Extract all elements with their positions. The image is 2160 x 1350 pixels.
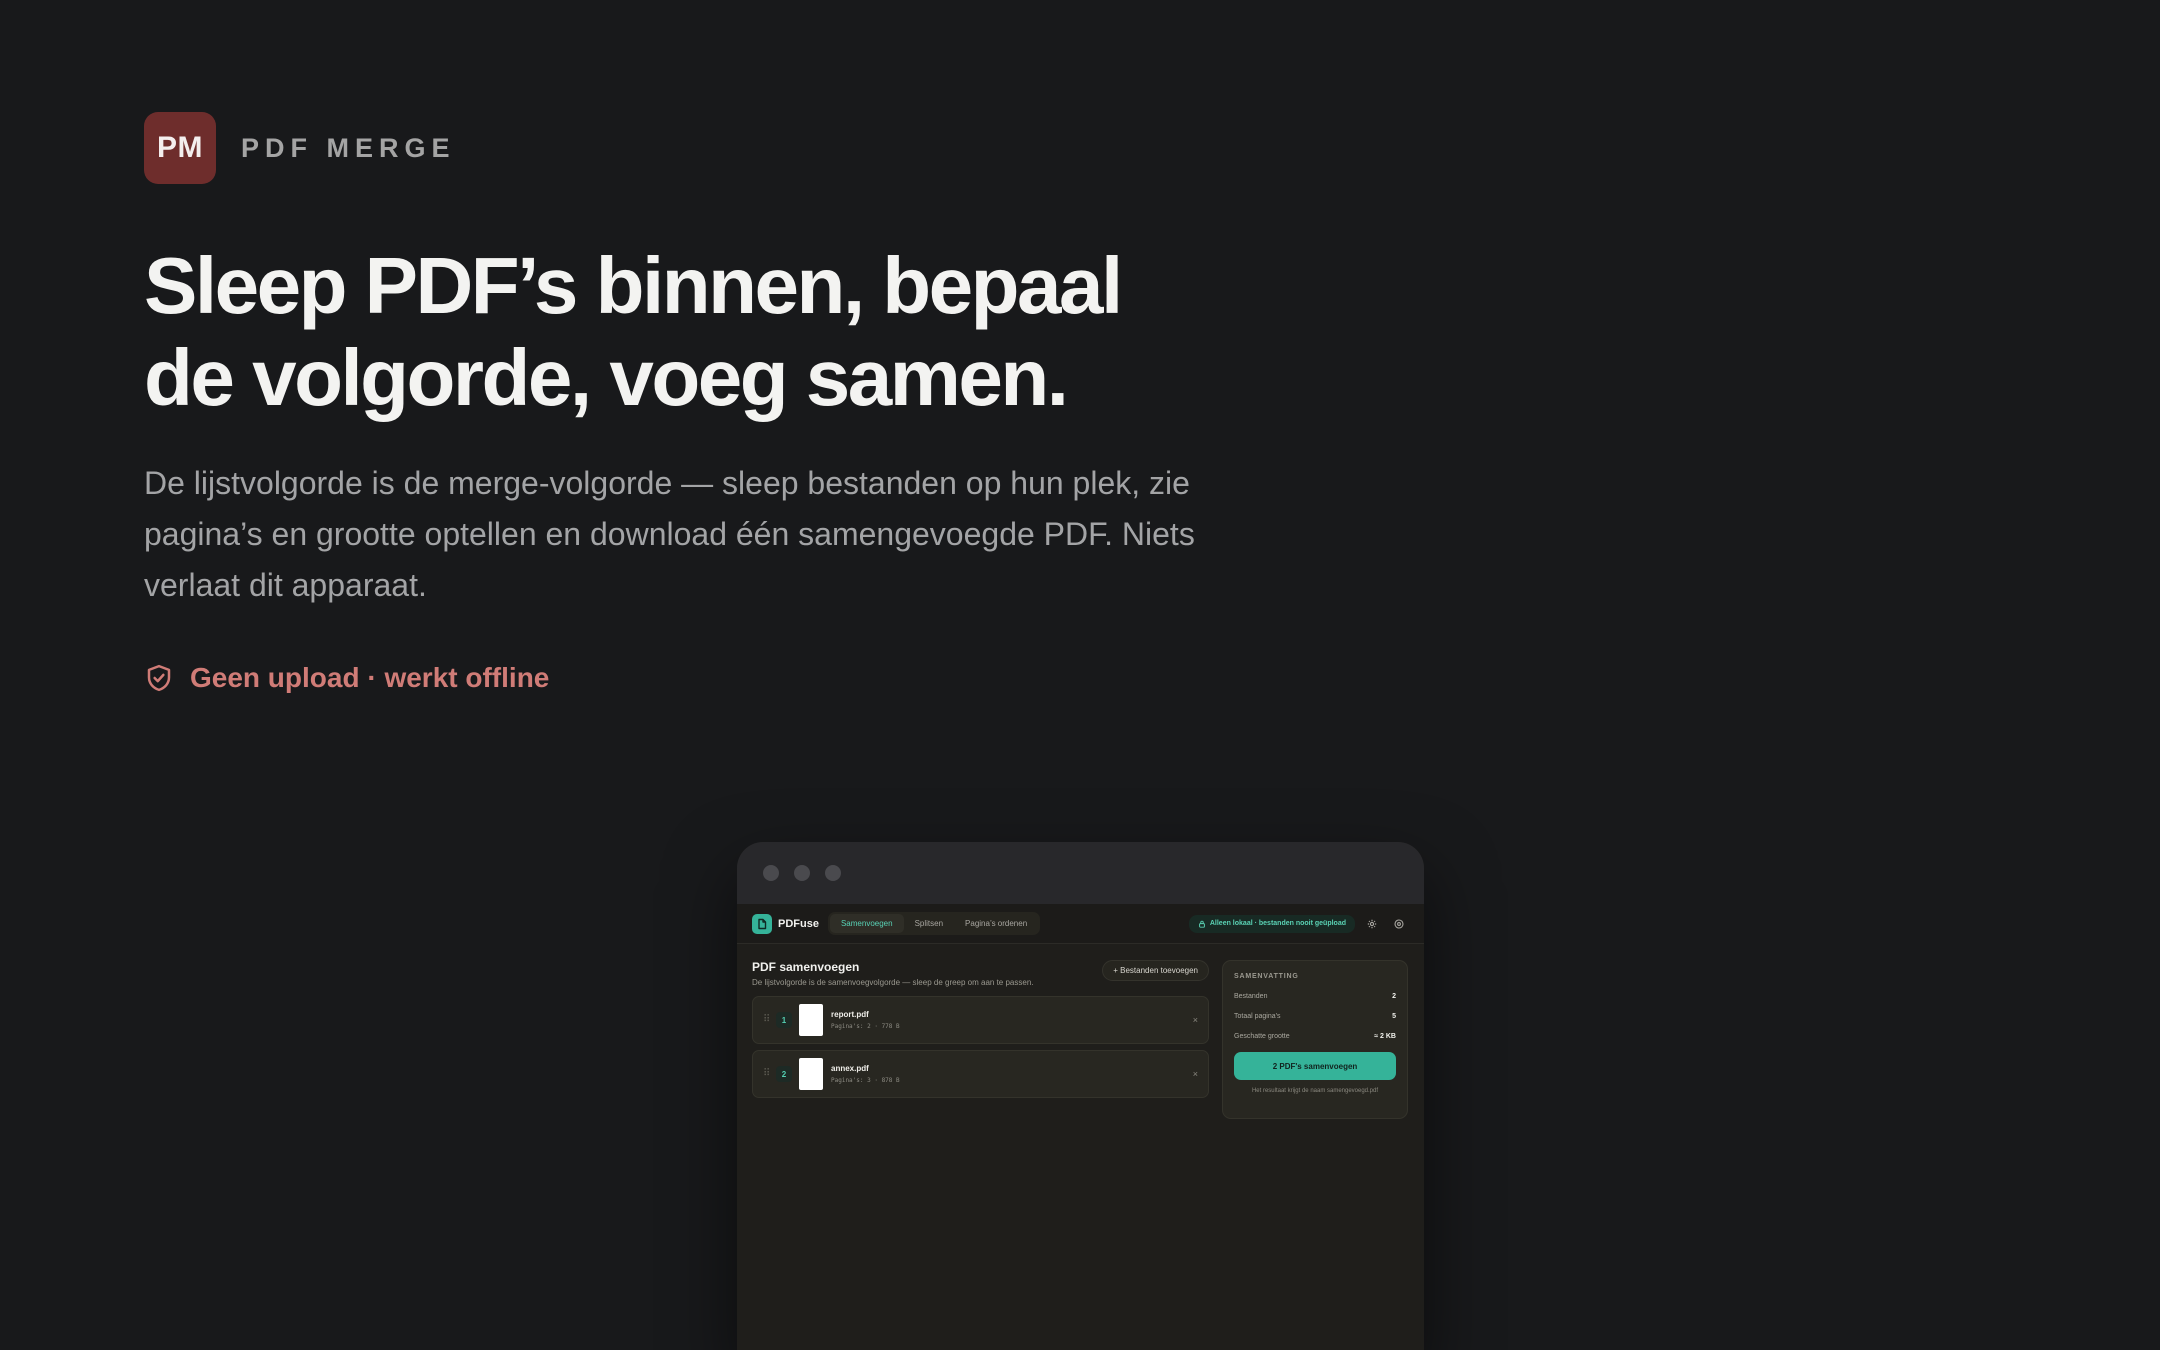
stat-size: Geschatte grootte ≈ 2 KB xyxy=(1234,1033,1396,1040)
window-minimize-dot[interactable] xyxy=(794,865,810,881)
app-window-preview: PDFuse Samenvoegen Splitsen Pagina’s ord… xyxy=(737,842,1424,1350)
lead-paragraph: De lijstvolgorde is de merge-volgorde — … xyxy=(144,465,1195,603)
file-info: report.pdf Pagina's: 2 · 778 B xyxy=(831,1010,900,1030)
help-button[interactable] xyxy=(1389,914,1409,934)
brand-name: PDF MERGE xyxy=(241,132,456,163)
trust-text: Geen upload · werkt offline xyxy=(190,662,550,693)
merge-title: PDF samenvoegen xyxy=(752,960,860,974)
headline: Sleep PDF’s binnen, bepaal de volgorde, … xyxy=(144,240,1244,424)
tab-splitsen[interactable]: Splitsen xyxy=(904,914,954,933)
settings-button[interactable] xyxy=(1362,914,1382,934)
stat-pages: Totaal pagina's 5 xyxy=(1234,1013,1396,1020)
stat-size-value: ≈ 2 KB xyxy=(1374,1033,1396,1040)
shield-check-icon xyxy=(147,664,171,692)
file-meta: Pagina's: 2 · 778 B xyxy=(831,1023,900,1030)
output-filename-note: Het resultaat krijgt de naam samengevoeg… xyxy=(1251,1088,1379,1094)
brand-logo: PM xyxy=(144,112,216,184)
file-order-number: 2 xyxy=(776,1066,792,1082)
merge-panel: PDF samenvoegen De lijstvolgorde is de s… xyxy=(752,960,1209,1119)
gear-icon xyxy=(1367,919,1377,928)
merge-heading: PDF samenvoegen De lijstvolgorde is de s… xyxy=(752,960,1034,987)
app-toolbar: PDFuse Samenvoegen Splitsen Pagina’s ord… xyxy=(737,904,1424,944)
drag-handle-icon[interactable]: ⠿ xyxy=(763,1014,770,1026)
brand: PM PDF MERGE xyxy=(144,112,456,184)
remove-file-button[interactable]: × xyxy=(1193,1015,1198,1025)
file-name: annex.pdf xyxy=(831,1064,869,1073)
tab-samenvoegen[interactable]: Samenvoegen xyxy=(829,914,904,933)
merge-subtitle: De lijstvolgorde is de samenvoegvolgorde… xyxy=(752,978,1034,987)
file-row[interactable]: ⠿ 2 annex.pdf Pagina's: 3 · 878 B × xyxy=(752,1050,1209,1098)
local-only-badge: Alleen lokaal · bestanden nooit geüpload xyxy=(1188,914,1355,933)
tab-paginas-ordenen[interactable]: Pagina’s ordenen xyxy=(954,914,1038,933)
file-thumbnail xyxy=(799,1058,823,1090)
stat-pages-value: 5 xyxy=(1392,1013,1396,1020)
headline-line-1: Sleep PDF’s binnen, bepaal xyxy=(144,241,1123,330)
help-circle-icon xyxy=(1394,918,1404,929)
app-name: PDFuse xyxy=(778,917,819,930)
merge-button[interactable]: 2 PDF's samenvoegen xyxy=(1234,1052,1396,1080)
toolbar-right: Alleen lokaal · bestanden nooit geüpload xyxy=(1188,914,1409,934)
app-content: PDF samenvoegen De lijstvolgorde is de s… xyxy=(737,944,1424,1135)
summary-panel: SAMENVATTING Bestanden 2 Totaal pagina's… xyxy=(1222,960,1408,1119)
local-only-text: Alleen lokaal · bestanden nooit geüpload xyxy=(1209,920,1346,927)
file-list: ⠿ 1 report.pdf Pagina's: 2 · 778 B × ⠿ 2… xyxy=(752,996,1209,1098)
window-maximize-dot[interactable] xyxy=(825,865,841,881)
file-meta: Pagina's: 3 · 878 B xyxy=(831,1077,900,1084)
stat-files-value: 2 xyxy=(1392,993,1396,1000)
stat-files: Bestanden 2 xyxy=(1234,993,1396,1000)
file-name: report.pdf xyxy=(831,1010,869,1019)
remove-file-button[interactable]: × xyxy=(1193,1069,1198,1079)
file-order-number: 1 xyxy=(776,1012,792,1028)
add-files-button[interactable]: + Bestanden toevoegen xyxy=(1102,960,1209,981)
file-row[interactable]: ⠿ 1 report.pdf Pagina's: 2 · 778 B × xyxy=(752,996,1209,1044)
trust-note: Geen upload · werkt offline xyxy=(144,662,549,694)
merge-header: PDF samenvoegen De lijstvolgorde is de s… xyxy=(752,960,1209,987)
mode-tabs: Samenvoegen Splitsen Pagina’s ordenen xyxy=(827,912,1041,935)
window-close-dot[interactable] xyxy=(763,865,779,881)
file-info: annex.pdf Pagina's: 3 · 878 B xyxy=(831,1064,900,1084)
document-icon xyxy=(752,913,772,934)
stat-pages-label: Totaal pagina's xyxy=(1234,1013,1281,1020)
summary-title: SAMENVATTING xyxy=(1234,973,1299,980)
window-titlebar xyxy=(737,842,1424,904)
stat-size-label: Geschatte grootte xyxy=(1234,1033,1290,1040)
drag-handle-icon[interactable]: ⠿ xyxy=(763,1068,770,1080)
file-thumbnail xyxy=(799,1004,823,1036)
headline-line-2: de volgorde, voeg samen. xyxy=(144,333,1069,422)
stat-files-label: Bestanden xyxy=(1234,993,1268,1000)
lock-icon xyxy=(1198,920,1205,928)
